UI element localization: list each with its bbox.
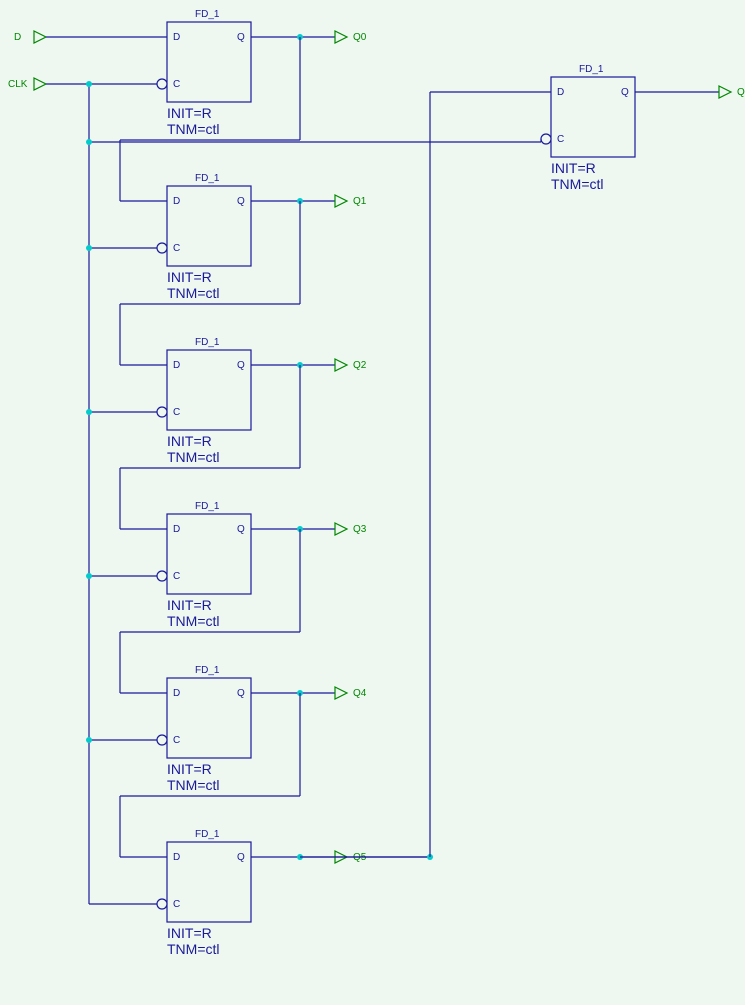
ff-pin-c: C (173, 899, 180, 910)
ff-param-tnm: TNM=ctl (167, 941, 220, 957)
ff-pin-d: D (173, 524, 180, 535)
ff-title: FD_1 (195, 173, 220, 184)
ff-pin-q: Q (237, 688, 245, 699)
inverting-bubble-icon (157, 735, 167, 745)
output-port-icon (719, 86, 731, 98)
output-port-icon (335, 359, 347, 371)
port-label-Q6: Q6 (737, 87, 745, 98)
ff-title: FD_1 (579, 64, 604, 75)
ff-param-tnm: TNM=ctl (167, 613, 220, 629)
port-label-Q4: Q4 (353, 688, 367, 699)
ff-pin-q: Q (237, 196, 245, 207)
ff-param-tnm: TNM=ctl (167, 285, 220, 301)
net-junction (86, 245, 92, 251)
ff-pin-c: C (173, 79, 180, 90)
ff-param-init: INIT=R (167, 761, 212, 777)
ff-title: FD_1 (195, 337, 220, 348)
ff-pin-d: D (173, 852, 180, 863)
ff-param-init: INIT=R (167, 925, 212, 941)
ff-pin-c: C (557, 134, 564, 145)
port-label-CLK: CLK (8, 79, 28, 90)
ff-pin-c: C (173, 571, 180, 582)
ff-pin-d: D (173, 688, 180, 699)
ff-pin-q: Q (621, 87, 629, 98)
net-junction (86, 737, 92, 743)
inverting-bubble-icon (541, 134, 551, 144)
ff-pin-q: Q (237, 524, 245, 535)
ff-param-tnm: TNM=ctl (167, 777, 220, 793)
ff-title: FD_1 (195, 665, 220, 676)
ff-pin-c: C (173, 243, 180, 254)
inverting-bubble-icon (157, 899, 167, 909)
ff-param-init: INIT=R (167, 597, 212, 613)
ff-param-init: INIT=R (167, 105, 212, 121)
input-port-icon (34, 78, 46, 90)
port-label-Q2: Q2 (353, 360, 367, 371)
output-port-icon (335, 31, 347, 43)
ff-param-tnm: TNM=ctl (551, 176, 604, 192)
ff-param-init: INIT=R (167, 269, 212, 285)
ff-param-tnm: TNM=ctl (167, 121, 220, 137)
ff-pin-d: D (173, 196, 180, 207)
port-label-Q3: Q3 (353, 524, 367, 535)
port-label-Q0: Q0 (353, 32, 367, 43)
inverting-bubble-icon (157, 571, 167, 581)
net-junction (86, 409, 92, 415)
ff-param-init: INIT=R (551, 160, 596, 176)
ff-pin-q: Q (237, 32, 245, 43)
ff-title: FD_1 (195, 501, 220, 512)
output-port-icon (335, 687, 347, 699)
ff-pin-q: Q (237, 852, 245, 863)
ff-pin-c: C (173, 407, 180, 418)
inverting-bubble-icon (157, 79, 167, 89)
ff-pin-d: D (173, 360, 180, 371)
port-label-D: D (14, 32, 21, 43)
inverting-bubble-icon (157, 407, 167, 417)
net-junction (86, 573, 92, 579)
net-junction (86, 81, 92, 87)
ff-pin-q: Q (237, 360, 245, 371)
ff-pin-c: C (173, 735, 180, 746)
ff-title: FD_1 (195, 9, 220, 20)
ff-pin-d: D (557, 87, 564, 98)
ff-title: FD_1 (195, 829, 220, 840)
output-port-icon (335, 523, 347, 535)
ff-param-tnm: TNM=ctl (167, 449, 220, 465)
input-port-icon (34, 31, 46, 43)
net-junction (86, 139, 92, 145)
port-label-Q1: Q1 (353, 196, 367, 207)
output-port-icon (335, 195, 347, 207)
schematic-canvas: FD_1DCQINIT=RTNM=ctlFD_1DCQINIT=RTNM=ctl… (0, 0, 745, 1005)
inverting-bubble-icon (157, 243, 167, 253)
ff-pin-d: D (173, 32, 180, 43)
ff-param-init: INIT=R (167, 433, 212, 449)
